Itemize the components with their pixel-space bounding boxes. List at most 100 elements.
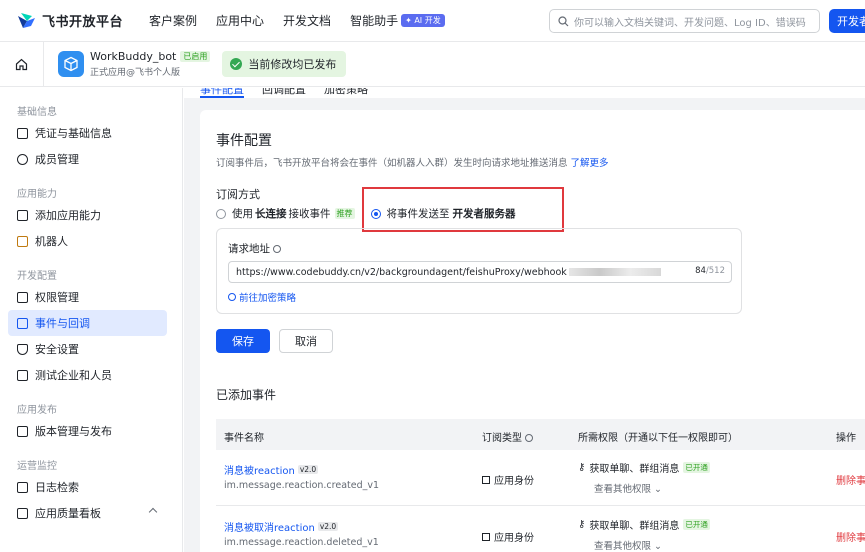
sidebar-item-logs[interactable]: 日志检索 [0,474,166,500]
app-header: WorkBuddy_bot 已启用 正式应用@飞书个人版 当前修改均已发布 [0,41,865,87]
delete-event-button[interactable]: 删除事 [836,529,865,544]
event-name-link[interactable]: 消息被reaction v2.0 [224,462,319,477]
version-badge: v2.0 [297,465,319,474]
option-emphasis: 长连接 [255,208,287,220]
permission-label: 获取单聊、群组消息 [589,464,680,475]
sidebar-item-security[interactable]: 安全设置 [0,336,166,362]
nav-app-center[interactable]: 应用中心 [216,12,264,29]
ai-badge: ✦ AI 开发 [401,14,445,27]
encryption-link[interactable]: 前往加密策略 [228,290,296,304]
tab-bar: 事件配置 回调配置 加密策略 [184,88,865,98]
logo[interactable]: 飞书开放平台 [16,11,123,30]
table-row: 消息被reaction v2.0 im.message.reaction.crea… [216,450,865,506]
feishu-logo-icon [16,12,36,30]
sidebar-item-label: 测试企业和人员 [35,369,112,382]
radio-long-connection[interactable] [216,208,226,219]
delete-event-button[interactable]: 删除事 [836,472,865,487]
event-key: im.message.reaction.deleted_v1 [224,537,379,548]
encryption-link-text: 前往加密策略 [239,293,297,304]
sidebar-item-test-tenants[interactable]: 测试企业和人员 [0,362,166,388]
header-permissions: 所需权限（开通以下任一权限即可） [578,433,738,444]
section-title: 事件配置 [216,133,272,149]
search-placeholder: 你可以输入文档关键词、开发问题、Log ID、错误码 [574,17,806,29]
header-sub-type: 订阅类型 [482,429,533,444]
sidebar: 基础信息 凭证与基础信息 成员管理 应用能力 添加应用能力 机器人 开发配置 权… [0,88,183,552]
sidebar-item-label: 权限管理 [35,291,79,304]
sidebar-group-release: 应用发布 [17,404,57,416]
sidebar-item-add-capability[interactable]: 添加应用能力 [0,202,166,228]
events-table-header: 事件名称 订阅类型 所需权限（开通以下任一权限即可） 操作 [216,419,865,450]
sidebar-item-label: 应用质量看板 [35,507,101,520]
active-tab-indicator [200,96,244,98]
sidebar-item-quality[interactable]: 应用质量看板 [0,500,166,526]
table-row: 消息被取消reaction v2.0 im.message.reaction.de… [216,507,865,552]
sidebar-item-label: 成员管理 [35,153,79,166]
help-icon[interactable] [273,245,281,253]
shield-icon [17,343,28,355]
nav-customer-cases[interactable]: 客户案例 [149,12,197,29]
grid-plus-icon [17,209,28,221]
chevron-down-icon: ⌄ [654,541,663,552]
app-cube-icon [58,51,84,77]
event-key: im.message.reaction.created_v1 [224,480,380,491]
request-url-label-row: 请求地址 [228,241,281,256]
app-info: WorkBuddy_bot 已启用 正式应用@飞书个人版 [90,50,211,78]
nav-dev-docs[interactable]: 开发文档 [283,12,331,29]
cancel-button[interactable]: 取消 [279,329,333,353]
request-url-label: 请求地址 [228,243,270,255]
app-name: WorkBuddy_bot [90,50,177,63]
chevron-down-icon: ⌄ [654,484,663,495]
request-url-panel: 请求地址 https://www.codebuddy.cn/v2/backgro… [216,228,742,314]
request-url-input[interactable]: https://www.codebuddy.cn/v2/backgroundag… [228,261,732,283]
log-icon [17,481,28,493]
sidebar-item-label: 版本管理与发布 [35,425,112,438]
logo-text: 飞书开放平台 [42,15,124,30]
learn-more-link[interactable]: 了解更多 [571,158,609,169]
save-button[interactable]: 保存 [216,329,270,353]
tab-callback-config[interactable]: 回调配置 [262,88,306,97]
permission-label: 获取单聊、群组消息 [589,521,680,532]
nav-ai-assistant[interactable]: 智能助手 ✦ AI 开发 [350,12,445,29]
home-button[interactable] [0,41,44,87]
developer-button[interactable]: 开发者 [829,9,865,33]
lock-icon [17,291,28,303]
option-text: 接收事件 [288,208,331,220]
char-counter: 84/512 [695,266,725,276]
description-text: 订阅事件后，飞书开放平台将会在事件（如机器人入群）发生时向请求地址推送消息 [216,158,568,169]
permission-status-badge: 已开通 [683,462,710,473]
more-permissions-label: 查看其他权限 [594,541,652,552]
chevron-up-icon[interactable] [148,507,158,517]
sidebar-item-bot[interactable]: 机器人 [0,228,166,254]
redacted-blur [568,268,661,276]
sidebar-item-permissions[interactable]: 权限管理 [0,284,166,310]
sidebar-item-label: 安全设置 [35,343,79,356]
check-circle-icon [230,58,243,70]
chart-icon [17,507,28,519]
more-permissions-toggle[interactable]: 查看其他权限 ⌄ [594,481,662,495]
subscription-method-label: 订阅方式 [216,188,260,201]
help-icon[interactable] [525,434,533,442]
code-icon [17,369,28,381]
header-event-name: 事件名称 [224,433,264,444]
sidebar-item-events[interactable]: 事件与回调 [8,310,167,336]
plus-circle-icon [228,293,236,301]
sidebar-item-members[interactable]: 成员管理 [0,146,166,172]
request-url-value: https://www.codebuddy.cn/v2/backgroundag… [236,266,567,278]
option-text: 使用 [232,208,253,220]
event-name-link[interactable]: 消息被取消reaction v2.0 [224,519,339,534]
event-name: 消息被reaction [224,466,295,477]
sidebar-item-label: 日志检索 [35,481,79,494]
sidebar-item-versions[interactable]: 版本管理与发布 [0,418,166,444]
version-badge: v2.0 [317,522,339,531]
sidebar-item-credentials[interactable]: 凭证与基础信息 [0,120,166,146]
char-count: 84 [695,266,706,276]
tab-encryption[interactable]: 加密策略 [324,88,368,97]
more-permissions-toggle[interactable]: 查看其他权限 ⌄ [594,538,662,552]
subscription-type-label: 应用身份 [494,476,534,487]
robot-icon [17,235,28,247]
search-input[interactable]: 你可以输入文档关键词、开发问题、Log ID、错误码 [549,9,820,33]
home-icon [15,58,28,70]
nav-ai-assistant-label: 智能助手 [350,14,399,28]
subscription-type: 应用身份 [482,529,534,544]
sidebar-item-label: 添加应用能力 [35,209,101,222]
